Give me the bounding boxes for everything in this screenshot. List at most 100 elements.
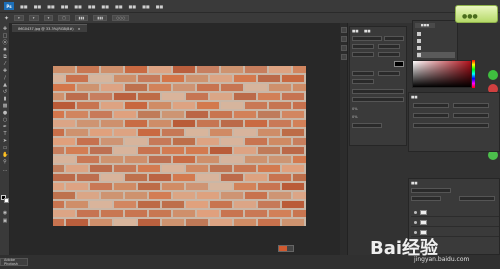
history-brush-tool-icon[interactable]: ↺ bbox=[2, 90, 8, 95]
horizontal-scale-field[interactable] bbox=[378, 71, 400, 76]
menu-type[interactable]: ■■ bbox=[74, 4, 82, 9]
tab-adjustments[interactable]: ■■ bbox=[411, 95, 418, 99]
history-row[interactable] bbox=[417, 45, 455, 51]
eraser-tool-icon[interactable]: ▮ bbox=[2, 97, 8, 102]
adjust-row-5[interactable] bbox=[413, 123, 489, 128]
blur-tool-icon[interactable]: ● bbox=[2, 111, 8, 116]
history-panel-header[interactable]: ■■■ bbox=[415, 23, 435, 28]
language-dropdown[interactable] bbox=[352, 123, 382, 128]
option-align-buttons[interactable]: ▮▮▮ bbox=[74, 15, 89, 21]
healing-tool-icon[interactable]: ✚ bbox=[2, 69, 8, 74]
quick-select-tool-icon[interactable]: ✸ bbox=[2, 48, 8, 53]
zoom-tool-icon[interactable]: ⚲ bbox=[2, 160, 8, 165]
history-row[interactable] bbox=[417, 38, 455, 44]
menu-select[interactable]: ■■ bbox=[88, 4, 96, 9]
history-row[interactable] bbox=[417, 31, 455, 37]
pen-tool-icon[interactable]: ✒ bbox=[2, 125, 8, 130]
font-family-field[interactable] bbox=[352, 36, 382, 41]
shape-tool-icon[interactable]: ▭ bbox=[2, 146, 8, 151]
brick bbox=[101, 156, 123, 163]
character-panel-icon[interactable] bbox=[341, 45, 347, 51]
menu-filter[interactable]: ■■ bbox=[101, 4, 109, 9]
stamp-tool-icon[interactable]: ▲ bbox=[2, 83, 8, 88]
font-size-field[interactable] bbox=[352, 44, 374, 49]
move-tool-icon[interactable]: ✚ bbox=[2, 27, 8, 32]
option-dropdown-1[interactable]: ▾ bbox=[14, 15, 24, 21]
document-tab-bar: IMG0437.jpg @ 33.3%(RGB/8#) × bbox=[10, 23, 340, 32]
vertical-scale-field[interactable] bbox=[352, 71, 374, 76]
brick-wall-image[interactable] bbox=[53, 66, 306, 226]
eye-icon[interactable] bbox=[414, 221, 417, 224]
brick bbox=[149, 210, 171, 217]
tab-paragraph[interactable]: ■■ bbox=[364, 29, 371, 33]
menu-3d[interactable]: ■■ bbox=[115, 4, 123, 9]
hue-slider[interactable] bbox=[472, 60, 475, 88]
brick bbox=[221, 120, 243, 127]
text-color-swatch[interactable] bbox=[394, 61, 404, 67]
baseline-shift-field[interactable] bbox=[352, 79, 374, 84]
background-color-swatch[interactable] bbox=[4, 198, 9, 203]
layer-row[interactable] bbox=[411, 219, 499, 227]
adjust-row-2[interactable] bbox=[453, 103, 489, 108]
tool-preset-icon[interactable]: ✦ bbox=[4, 15, 9, 22]
close-icon[interactable]: × bbox=[78, 27, 81, 31]
tracking-field[interactable] bbox=[378, 52, 400, 57]
brick bbox=[234, 183, 256, 190]
path-select-tool-icon[interactable]: ➤ bbox=[2, 139, 8, 144]
dodge-tool-icon[interactable]: ○ bbox=[2, 118, 8, 123]
option-dropdown-2[interactable]: ▾ bbox=[28, 15, 39, 21]
option-3d-mode[interactable]: ○○○ bbox=[112, 15, 130, 21]
blend-mode-dropdown[interactable] bbox=[411, 196, 441, 201]
history-row-selected[interactable] bbox=[417, 52, 455, 58]
taskbar-photoshop[interactable]: Adobe Photosh bbox=[0, 258, 28, 266]
menu-view[interactable]: ■■ bbox=[129, 4, 137, 9]
watermark-url: jingyan.baidu.com bbox=[414, 256, 470, 263]
menu-file[interactable]: ■■ bbox=[20, 4, 28, 9]
gradient-tool-icon[interactable]: ▩ bbox=[2, 104, 8, 109]
edit-toolbar-icon[interactable]: ··· bbox=[2, 169, 8, 174]
brick bbox=[282, 111, 304, 118]
tab-layers[interactable]: ■■ bbox=[411, 181, 418, 185]
menu-help[interactable]: ■■ bbox=[156, 4, 164, 9]
floating-widget[interactable]: ●●● bbox=[455, 5, 498, 23]
menu-layer[interactable]: ■■ bbox=[61, 4, 69, 9]
font-style-field[interactable] bbox=[384, 36, 404, 41]
lasso-tool-icon[interactable]: ⦿ bbox=[2, 41, 8, 46]
text-style-buttons[interactable] bbox=[352, 89, 404, 94]
brush-tool-icon[interactable]: ∕ bbox=[2, 76, 8, 81]
menu-window[interactable]: ■■ bbox=[142, 4, 150, 9]
menu-bar: Ps ■■ ■■ ■■ ■■ ■■ ■■ ■■ ■■ ■■ ■■ ■■ bbox=[0, 0, 500, 12]
green-status-icon[interactable] bbox=[488, 70, 498, 80]
history-panel-icon[interactable] bbox=[341, 27, 347, 33]
opacity-field[interactable] bbox=[459, 196, 495, 201]
crop-tool-icon[interactable]: ⧉ bbox=[2, 55, 8, 60]
option-checkbox[interactable]: □ bbox=[58, 15, 70, 21]
eye-icon[interactable] bbox=[414, 211, 417, 214]
hand-tool-icon[interactable]: ✋ bbox=[2, 153, 8, 158]
adjust-row-3[interactable] bbox=[413, 113, 449, 118]
layer-row[interactable] bbox=[411, 209, 499, 217]
paragraph-panel-icon[interactable] bbox=[341, 54, 347, 60]
brick bbox=[186, 165, 208, 172]
menu-image[interactable]: ■■ bbox=[47, 4, 55, 9]
brick bbox=[114, 183, 136, 190]
eyedropper-tool-icon[interactable]: ⁄ bbox=[2, 62, 8, 67]
adjust-row-1[interactable] bbox=[413, 103, 449, 108]
option-dropdown-3[interactable]: ▾ bbox=[43, 15, 54, 21]
tab-character[interactable]: ■■ bbox=[352, 29, 359, 33]
actions-panel-icon[interactable] bbox=[341, 36, 347, 42]
brick bbox=[258, 165, 280, 172]
menu-edit[interactable]: ■■ bbox=[34, 4, 42, 9]
document-tab[interactable]: IMG0437.jpg @ 33.3%(RGB/8#) × bbox=[12, 24, 87, 32]
leading-field[interactable] bbox=[378, 44, 400, 49]
type-tool-icon[interactable]: T bbox=[2, 132, 8, 137]
kerning-field[interactable] bbox=[352, 52, 374, 57]
quick-mask-icon[interactable]: ◉ bbox=[2, 211, 8, 216]
color-field[interactable] bbox=[412, 60, 472, 88]
option-distribute-buttons[interactable]: ▮▮▮ bbox=[93, 15, 108, 21]
marquee-tool-icon[interactable]: □ bbox=[2, 34, 8, 39]
screen-mode-icon[interactable]: ▣ bbox=[2, 219, 8, 224]
adjust-row-4[interactable] bbox=[453, 113, 489, 118]
layer-filter-dropdown[interactable] bbox=[411, 188, 451, 193]
opentype-buttons[interactable] bbox=[352, 97, 404, 102]
